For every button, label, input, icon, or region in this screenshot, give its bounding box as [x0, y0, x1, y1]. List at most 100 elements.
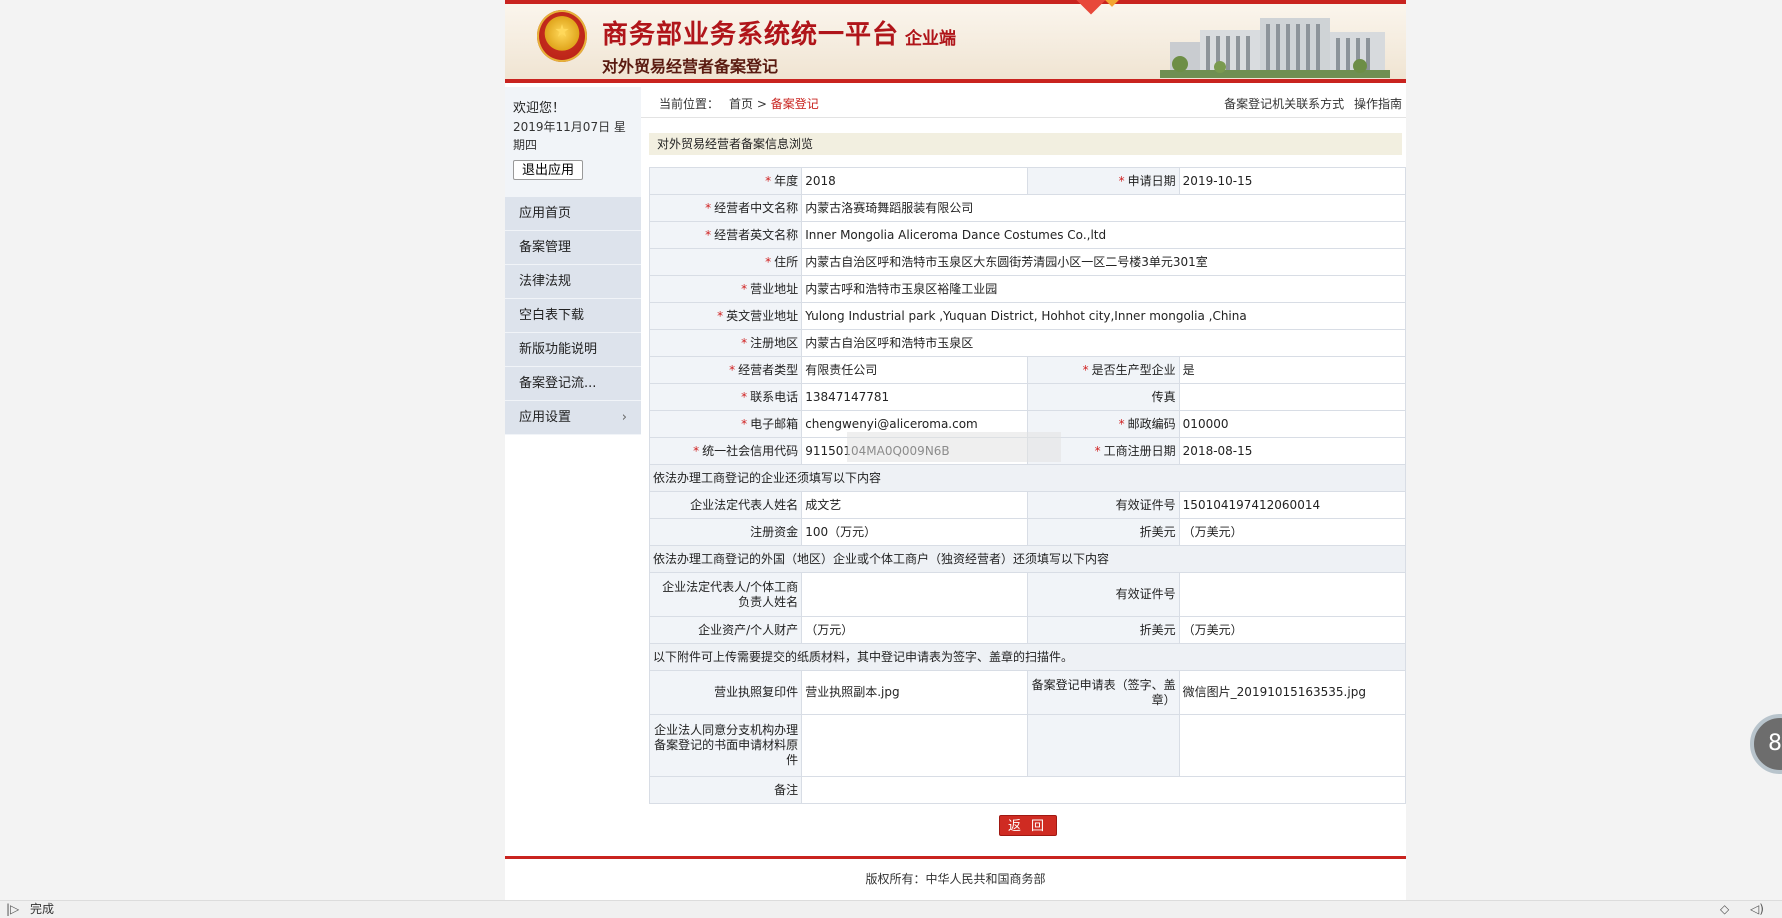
- field-label: * 是否生产型企业: [1027, 356, 1180, 384]
- section-heading: 以下附件可上传需要提交的纸质材料，其中登记申请表为签字、盖章的扫描件。: [649, 643, 1406, 671]
- attachment-apply-form-link[interactable]: 微信图片_20191015163535.jpg: [1178, 670, 1407, 715]
- field-foreign-rep: [801, 572, 1029, 617]
- table-row: * 注册地区 内蒙古自治区呼和浩特市玉泉区: [648, 329, 1406, 357]
- field-foreign-id: [1178, 572, 1407, 617]
- section-heading: 依法办理工商登记的外国（地区）企业或个体工商户（独资经营者）还须填写以下内容: [649, 545, 1406, 573]
- field-legal-rep: 成文艺: [801, 491, 1029, 519]
- field-label: 有效证件号: [1027, 491, 1180, 519]
- field-label: * 营业地址: [648, 275, 803, 303]
- section-heading: 依法办理工商登记的企业还须填写以下内容: [649, 464, 1406, 492]
- table-row: * 英文营业地址 Yulong Industrial park ,Yuquan D…: [648, 302, 1406, 330]
- guide-link[interactable]: 操作指南: [1354, 97, 1402, 111]
- table-row: 企业法定代表人姓名 成文艺 有效证件号 150104197412060014: [648, 491, 1407, 519]
- attachment-license-link[interactable]: 营业执照副本.jpg: [801, 670, 1029, 715]
- table-row: * 经营者中文名称 内蒙古洛赛琦舞蹈服装有限公司: [648, 194, 1406, 222]
- field-label: 企业法定代表人/个体工商负责人姓名: [648, 572, 803, 617]
- field-en-business-address: Yulong Industrial park ,Yuquan District,…: [801, 302, 1406, 330]
- sidebar-item-new-features[interactable]: 新版功能说明: [505, 333, 641, 367]
- sidebar-item-filing-process[interactable]: 备案登记流...: [505, 367, 641, 401]
- sidebar: 欢迎您！ 2019年11月07日 星期四 退出应用 应用首页 备案管理 法律法规…: [505, 87, 641, 435]
- national-emblem-icon: [537, 10, 587, 62]
- platform-side-label: 企业端: [905, 29, 956, 49]
- table-row: 营业执照复印件 营业执照副本.jpg 备案登记申请表（签字、盖章） 微信图片_2…: [648, 670, 1407, 715]
- sidebar-item-blank-forms[interactable]: 空白表下载: [505, 299, 641, 333]
- sidebar-item-label: 应用首页: [519, 206, 572, 221]
- sidebar-item-home[interactable]: 应用首页: [505, 197, 641, 231]
- floating-widget[interactable]: 80: [1750, 714, 1782, 774]
- table-row: * 住所 内蒙古自治区呼和浩特市玉泉区大东圆街芳清园小区一区二号楼3单元301室: [648, 248, 1406, 276]
- field-label: * 经营者中文名称: [648, 194, 803, 222]
- table-row: * 年度 2018 * 申请日期 2019-10-15: [648, 167, 1407, 195]
- field-capital: 100（万元）: [801, 518, 1029, 546]
- field-apply-date: 2019-10-15: [1178, 167, 1407, 195]
- sidebar-item-filing-management[interactable]: 备案管理: [505, 231, 641, 265]
- field-label: 折美元: [1027, 518, 1180, 546]
- field-label: * 电子邮箱: [648, 410, 803, 438]
- field-registration-area: 内蒙古自治区呼和浩特市玉泉区: [801, 329, 1406, 357]
- platform-subtitle: 对外贸易经营者备案登记: [602, 57, 779, 76]
- field-label: * 年度: [648, 167, 803, 195]
- watermark-overlay: [847, 432, 1061, 462]
- field-empty: [1178, 714, 1407, 777]
- field-label: 有效证件号: [1027, 572, 1180, 617]
- field-business-reg-date: 2018-08-15: [1178, 437, 1407, 465]
- back-button[interactable]: 返回: [999, 815, 1057, 836]
- field-label: * 经营者类型: [648, 356, 803, 384]
- field-label: * 经营者英文名称: [648, 221, 803, 249]
- header-red-line: [505, 79, 1406, 83]
- section-row: 依法办理工商登记的外国（地区）企业或个体工商户（独资经营者）还须填写以下内容: [649, 545, 1406, 573]
- page-icon: |▷: [6, 902, 20, 916]
- table-row: * 营业地址 内蒙古呼和浩特市玉泉区裕隆工业园: [648, 275, 1406, 303]
- shield-icon[interactable]: ◇: [1720, 901, 1729, 918]
- logout-button[interactable]: 退出应用: [513, 160, 584, 180]
- field-label: 备注: [648, 776, 803, 804]
- field-id-number: 150104197412060014: [1178, 491, 1407, 519]
- sidebar-item-label: 备案管理: [519, 240, 572, 255]
- field-label: * 联系电话: [648, 383, 803, 411]
- table-row: 企业法定代表人/个体工商负责人姓名 有效证件号: [648, 572, 1407, 617]
- header-banner: 商务部业务系统统一平台 企业端 对外贸易经营者备案登记: [505, 0, 1406, 83]
- building-illustration: [1160, 18, 1390, 78]
- field-cn-name: 内蒙古洛赛琦舞蹈服装有限公司: [801, 194, 1406, 222]
- status-bar: |▷ 完成 ◇ ◁): [0, 900, 1782, 918]
- top-ribbon: [505, 0, 1406, 4]
- field-label: 折美元: [1027, 616, 1180, 644]
- field-label: 注册资金: [648, 518, 803, 546]
- field-usd-2: （万美元）: [1178, 616, 1407, 644]
- table-row: * 联系电话 13847147781 传真: [648, 383, 1407, 411]
- field-label: * 注册地区: [648, 329, 803, 357]
- field-remark: [801, 776, 1406, 804]
- field-fax: [1178, 383, 1407, 411]
- section-row: 依法办理工商登记的企业还须填写以下内容: [649, 464, 1406, 492]
- breadcrumb-bar: 当前位置： 首页 > 备案登记 备案登记机关联系方式 操作指南: [641, 87, 1406, 118]
- field-is-producer: 是: [1178, 356, 1407, 384]
- attachment-branch: [801, 714, 1029, 777]
- sidebar-item-settings[interactable]: 应用设置 ›: [505, 401, 641, 435]
- speaker-icon[interactable]: ◁): [1750, 901, 1764, 918]
- decor-diamond: [1075, 0, 1107, 15]
- table-row: 注册资金 100（万元） 折美元 （万美元）: [648, 518, 1407, 546]
- contact-link[interactable]: 备案登记机关联系方式: [1224, 97, 1344, 111]
- sidebar-item-laws[interactable]: 法律法规: [505, 265, 641, 299]
- footer-red-line: [505, 856, 1406, 859]
- field-postcode: 010000: [1178, 410, 1407, 438]
- sidebar-item-label: 备案登记流...: [519, 376, 597, 391]
- field-business-address: 内蒙古呼和浩特市玉泉区裕隆工业园: [801, 275, 1406, 303]
- field-en-name: Inner Mongolia Aliceroma Dance Costumes …: [801, 221, 1406, 249]
- field-label: 备案登记申请表（签字、盖章）: [1027, 670, 1180, 715]
- field-year: 2018: [801, 167, 1029, 195]
- chevron-right-icon: ›: [621, 410, 627, 425]
- breadcrumb-home-link[interactable]: 首页: [729, 97, 753, 111]
- current-date: 2019年11月07日 星期四: [513, 120, 626, 152]
- field-label-empty: [1027, 714, 1180, 777]
- field-label: 企业资产/个人财产: [648, 616, 803, 644]
- table-row: 备注: [648, 776, 1406, 804]
- field-label: * 英文营业地址: [648, 302, 803, 330]
- field-assets: （万元）: [801, 616, 1029, 644]
- field-label: 营业执照复印件: [648, 670, 803, 715]
- section-title: 对外贸易经营者备案信息浏览: [649, 133, 1402, 155]
- table-row: * 经营者类型 有限责任公司 * 是否生产型企业 是: [648, 356, 1407, 384]
- breadcrumb-current: 备案登记: [770, 97, 819, 111]
- status-text: 完成: [30, 902, 55, 916]
- welcome-text: 欢迎您！: [513, 101, 566, 116]
